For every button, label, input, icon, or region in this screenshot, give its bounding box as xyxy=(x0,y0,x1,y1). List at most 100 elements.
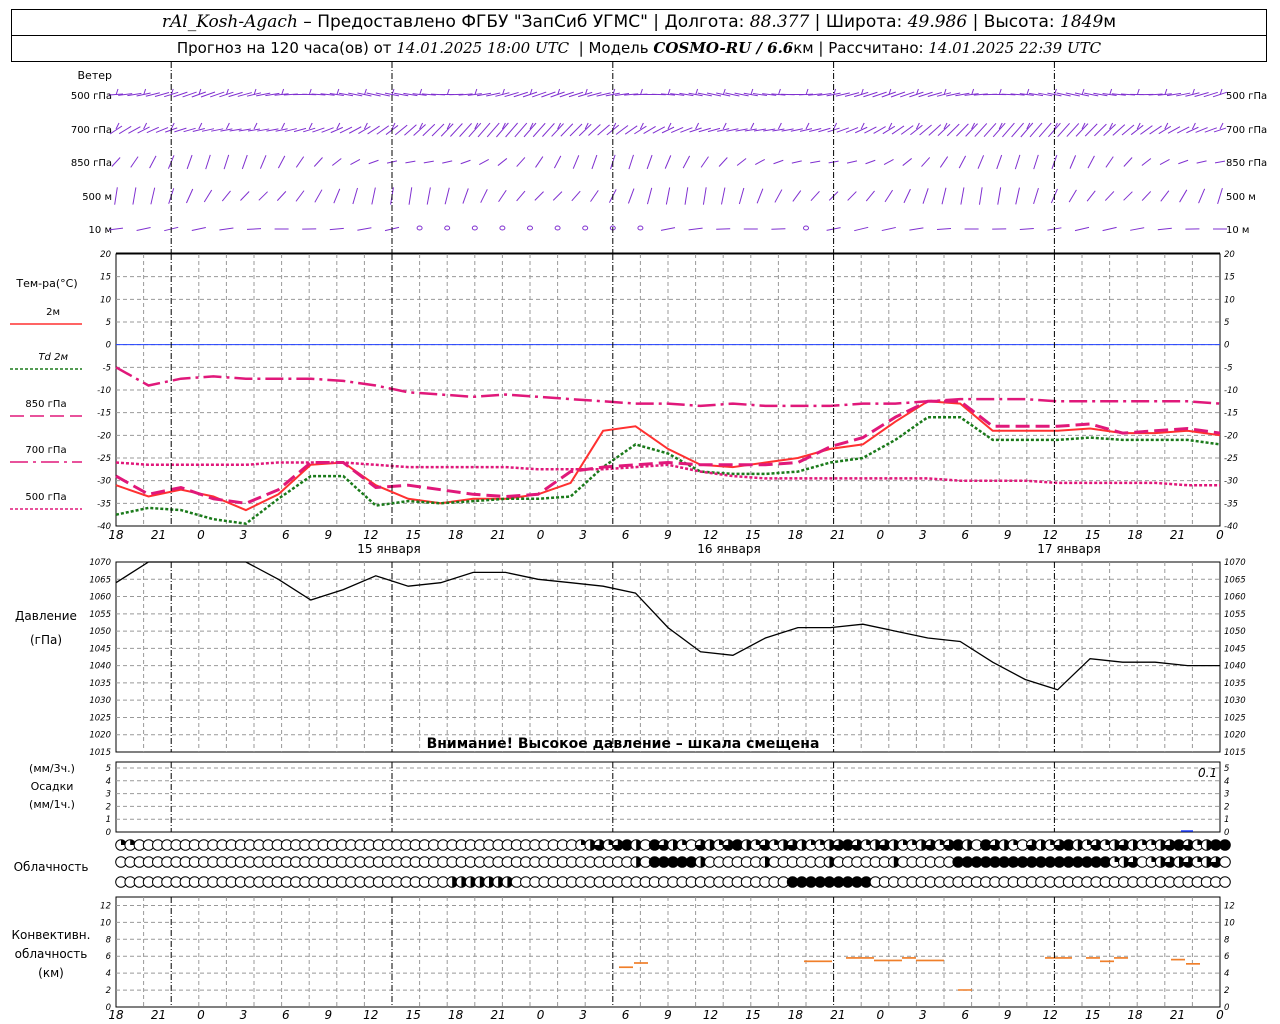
wind-barb xyxy=(405,160,416,164)
precip-y-tick: 4 xyxy=(1224,777,1229,787)
conv-x-tick: 21 xyxy=(1170,1008,1185,1022)
wind-barb xyxy=(276,191,287,201)
precip-panel: (мм/3ч.) Осадки (мм/1ч.) 5 4 3 2 1 0 5 4 3 2 1 0 0… xyxy=(29,761,1229,838)
wind-barb xyxy=(221,190,231,202)
conv-y-tick: 4 xyxy=(106,969,111,979)
conv-y-tick: 6 xyxy=(1224,952,1230,962)
pressure-y-tick: 1035 xyxy=(1224,679,1246,689)
conv-bar xyxy=(1086,957,1100,959)
wind-barb xyxy=(219,227,234,231)
wind-barb xyxy=(444,187,450,205)
pressure-y-tick: 1060 xyxy=(89,593,111,603)
wind-barb-feather xyxy=(1026,88,1030,96)
wind-barb xyxy=(846,160,858,164)
wind-barb xyxy=(1102,226,1117,232)
wind-barb-feather xyxy=(667,122,672,130)
wind-barb xyxy=(130,156,139,168)
wind-panel: Ветер 500 гПа 700 гПа 850 гПа 500 м 10 м 500… xyxy=(71,69,1267,254)
temp-x-tick: 15 xyxy=(1085,528,1100,542)
conv-x-tick: 3 xyxy=(919,1008,927,1022)
wind-barb xyxy=(865,159,876,165)
wind-barb xyxy=(553,155,562,169)
conv-y-tick: 2 xyxy=(1224,986,1229,996)
wind-barb xyxy=(1020,122,1034,138)
wind-barb xyxy=(368,159,379,165)
wind-barb xyxy=(516,190,526,202)
conv-x-tick: 18 xyxy=(108,1008,124,1022)
precip-y-tick: 3 xyxy=(106,790,111,800)
wind-barb xyxy=(442,160,453,164)
conv-title-2: облачность xyxy=(15,947,88,961)
wind-barb xyxy=(977,155,985,169)
conv-x-tick: 0 xyxy=(1216,1008,1224,1022)
temp-y-tick: -20 xyxy=(97,431,111,441)
wind-barb-feather xyxy=(308,122,313,130)
wind-calm-circle xyxy=(527,225,533,231)
wind-barb xyxy=(1011,122,1024,138)
conv-bar xyxy=(634,962,648,964)
wind-barb xyxy=(1033,154,1039,170)
wind-barb xyxy=(773,159,784,165)
conv-x-tick: 9 xyxy=(664,1008,672,1022)
wind-barb xyxy=(958,155,967,169)
conv-bar xyxy=(874,959,902,962)
conv-x-tick: 3 xyxy=(579,1008,587,1022)
temp-y-tick: 10 xyxy=(1224,295,1235,305)
precip-unit-3h: (мм/3ч.) xyxy=(29,762,75,775)
wind-barb xyxy=(792,190,802,202)
temp-y-tick: 20 xyxy=(1224,250,1235,260)
wind-level-label: 850 гПа xyxy=(1226,158,1267,169)
pressure-y-tick: 1055 xyxy=(89,610,111,620)
temp-y-ticks-right: 20 15 10 5 0 -5 -10 -15 -20 -25 -30 -35 -40 xyxy=(1224,250,1238,532)
conv-bar xyxy=(916,959,944,962)
wind-level-label: 700 гПа xyxy=(71,125,112,136)
wind-barb-feather xyxy=(336,122,341,130)
pressure-y-tick: 1045 xyxy=(89,644,111,654)
temp-y-tick: 5 xyxy=(106,318,111,328)
pressure-y-tick: 1020 xyxy=(89,731,111,741)
wind-barb xyxy=(136,227,151,231)
conv-x-tick: 18 xyxy=(448,1008,464,1022)
precip-y-tick: 0 xyxy=(106,828,111,838)
temp-y-tick: -40 xyxy=(1224,522,1238,532)
precip-y-tick: 1 xyxy=(1224,815,1229,825)
temp-x-tick: 12 xyxy=(703,528,718,542)
wind-barb xyxy=(716,228,731,230)
temp-x-tick: 21 xyxy=(491,528,506,542)
wind-barb xyxy=(627,188,635,204)
wind-barbs xyxy=(108,88,1228,254)
wind-barb-feather xyxy=(722,122,727,130)
conv-y-tick: 2 xyxy=(106,986,111,996)
wind-barb xyxy=(960,187,965,205)
wind-level-label: 700 гПа xyxy=(1226,125,1267,136)
wind-barb xyxy=(736,158,747,166)
temp-x-tick: 3 xyxy=(240,528,248,542)
conv-y-tick: 8 xyxy=(106,935,112,945)
wind-barb xyxy=(1159,158,1170,166)
conv-x-tick: 21 xyxy=(830,1008,845,1022)
conv-y-tick: 0 xyxy=(1224,1003,1229,1013)
wind-barb xyxy=(314,189,323,203)
wind-barb xyxy=(572,155,580,169)
temp-x-tick: 0 xyxy=(876,528,884,542)
temp-y-tick: 5 xyxy=(1224,318,1229,328)
conv-y-ticks-left: 121086420 xyxy=(100,901,111,1013)
temp-y-tick: -30 xyxy=(1224,477,1238,487)
wind-barb xyxy=(460,159,471,165)
temp-x-tick: 12 xyxy=(363,528,378,542)
wind-barb xyxy=(532,122,546,138)
precip-unit-1h: (мм/1ч.) xyxy=(29,798,75,811)
wind-barb xyxy=(682,155,691,169)
temp-y-tick: -35 xyxy=(97,499,111,509)
temp-y-tick: -20 xyxy=(1224,431,1238,441)
meteogram: Ветер 500 гПа700 гПа850 гПа500 м10 м 500… xyxy=(10,62,1267,1022)
conv-x-tick: 6 xyxy=(282,1008,290,1022)
precip-y-tick: 1 xyxy=(106,815,111,825)
wind-barb xyxy=(313,157,323,167)
wind-barb xyxy=(1214,160,1226,164)
temperature-panel: Тем-ра(°С) 2мTd 2м850 гПа700 гПа500 гПа … xyxy=(10,250,1238,556)
wind-barb xyxy=(810,190,820,202)
wind-barb xyxy=(1141,191,1152,201)
precip-title: Осадки xyxy=(31,780,74,793)
precip-y-tick: 2 xyxy=(1224,802,1229,812)
